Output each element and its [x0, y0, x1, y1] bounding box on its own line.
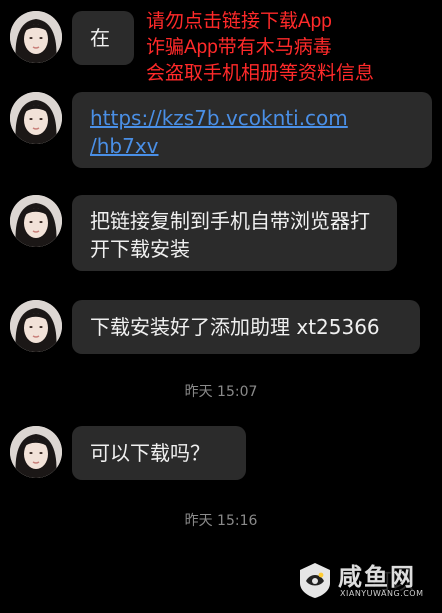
avatar[interactable] — [10, 92, 62, 144]
message-text: 可以下载吗？ — [90, 441, 210, 465]
warning-line: 会盗取手机相册等资料信息 — [146, 63, 375, 84]
url-link-line-1[interactable]: https://kzs7b.vcoknti.com — [90, 104, 432, 132]
message-text: 下载安装好了添加助理 xt25366 — [90, 315, 380, 339]
warning-line: 请勿点击链接下载App — [146, 11, 332, 32]
avatar-image — [10, 300, 62, 352]
warning-line: 诈骗App带有木马病毒 — [146, 37, 332, 58]
avatar-image — [10, 11, 62, 63]
watermark-title: 咸鱼网 — [338, 563, 416, 591]
avatar-image — [10, 92, 62, 144]
link-message-bubble[interactable]: https://kzs7b.vcoknti.com /hb7xv — [72, 92, 432, 168]
message-bubble[interactable]: 下载安装好了添加助理 xt25366 — [72, 300, 420, 354]
message-bubble[interactable]: 把链接复制到手机自带浏览器打 开下载安装 — [72, 195, 397, 271]
watermark: 咸鱼网 XIANYUWANG.COM — [296, 555, 442, 613]
timestamp: 昨天 15:07 — [184, 384, 258, 400]
watermark-logo-icon — [300, 563, 330, 598]
message-bubble[interactable]: 可以下载吗？ — [72, 426, 246, 480]
message-bubble[interactable]: 在 — [72, 11, 134, 65]
watermark-subtitle: XIANYUWANG.COM — [340, 589, 424, 598]
avatar-image — [10, 195, 62, 247]
message-text: 在 — [90, 26, 110, 50]
avatar[interactable] — [10, 426, 62, 478]
warning-overlay: 请勿点击链接下载App 诈骗App带有木马病毒 会盗取手机相册等资料信息 — [146, 9, 436, 87]
timestamp: 昨天 15:16 — [184, 513, 258, 529]
avatar[interactable] — [10, 195, 62, 247]
avatar-image — [10, 426, 62, 478]
url-link-line-2[interactable]: /hb7xv — [90, 132, 432, 160]
avatar[interactable] — [10, 11, 62, 63]
message-text-line-2: 开下载安装 — [90, 237, 190, 261]
message-text-line-1: 把链接复制到手机自带浏览器打 — [90, 209, 370, 233]
avatar[interactable] — [10, 300, 62, 352]
